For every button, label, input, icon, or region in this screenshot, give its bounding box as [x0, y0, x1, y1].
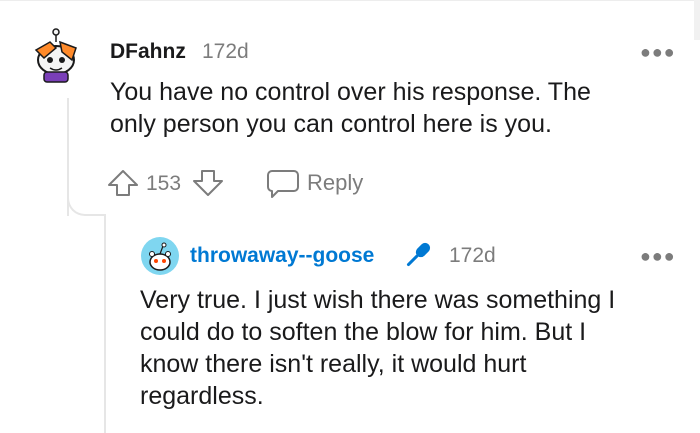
- upvote-icon[interactable]: [107, 167, 139, 204]
- comment-timestamp: 172d: [202, 40, 249, 63]
- reply-text-line: could do to soften the blow for him. But…: [140, 318, 587, 346]
- reply-avatar[interactable]: [140, 236, 180, 276]
- reply-text-line: Very true. I just wish there was somethi…: [140, 286, 616, 314]
- thread-line-curve: [67, 196, 105, 216]
- thread-line[interactable]: [104, 214, 106, 433]
- avatar[interactable]: [30, 28, 82, 84]
- reply-username[interactable]: throwaway--goose: [190, 244, 374, 268]
- reply-timestamp: 172d: [449, 244, 496, 267]
- reply-body: Very true. I just wish there was somethi…: [140, 284, 680, 412]
- reply-more-options-icon[interactable]: ●●●: [640, 246, 676, 267]
- reply-icon[interactable]: [266, 167, 300, 204]
- top-divider: [0, 0, 700, 1]
- vote-count: 153: [146, 172, 182, 195]
- downvote-icon[interactable]: [192, 167, 224, 204]
- comment-username[interactable]: DFahnz: [110, 40, 186, 64]
- comment-body: You have no control over his response. T…: [110, 76, 670, 140]
- reply-text-line: know there isn't really, it would hurt: [140, 350, 527, 378]
- reply-text-line: regardless.: [140, 382, 264, 410]
- comment-text-line: only person you can control here is you.: [110, 110, 552, 138]
- comment-text-line: You have no control over his response. T…: [110, 78, 591, 106]
- reply-button[interactable]: Reply: [307, 170, 363, 196]
- scrollbar[interactable]: [694, 0, 700, 40]
- microphone-icon: [401, 238, 435, 277]
- more-options-icon[interactable]: ●●●: [640, 42, 676, 63]
